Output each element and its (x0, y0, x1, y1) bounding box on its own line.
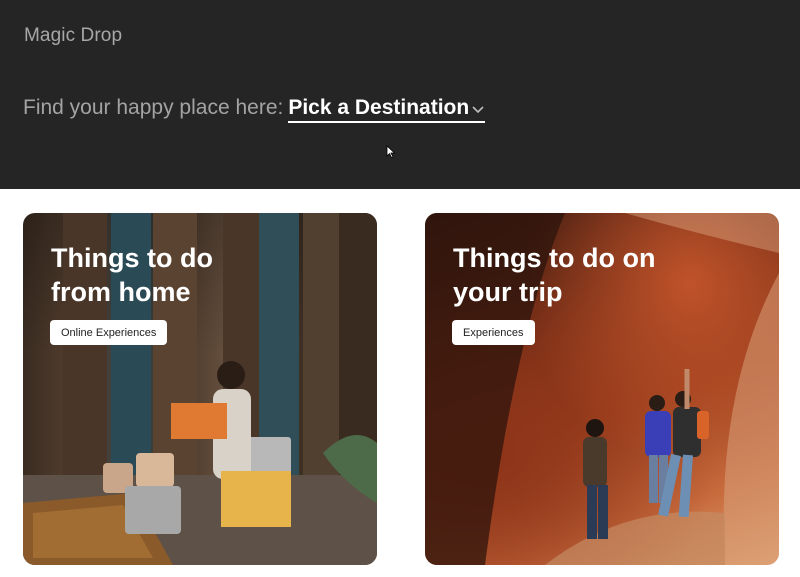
chevron-down-icon (471, 96, 485, 120)
card-home-title-line2: from home (51, 277, 191, 307)
card-trip-title-line1: Things to do on (453, 243, 656, 273)
experiences-button[interactable]: Experiences (452, 320, 535, 345)
pick-destination-dropdown[interactable]: Pick a Destination (288, 96, 486, 123)
card-trip-title: Things to do on your trip (453, 241, 655, 309)
card-experiences[interactable]: Things to do on your trip Experiences (425, 213, 779, 565)
mouse-cursor-icon (386, 145, 396, 159)
card-online-experiences[interactable]: Things to do from home Online Experience… (23, 213, 377, 565)
card-trip-title-line2: your trip (453, 277, 563, 307)
card-home-title-line1: Things to do (51, 243, 213, 273)
prompt-label: Find your happy place here: (23, 96, 284, 119)
destination-link-label: Pick a Destination (288, 96, 470, 119)
brand-logo[interactable]: Magic Drop (24, 25, 122, 47)
destination-prompt: Find your happy place here: Pick a Desti… (23, 96, 486, 123)
card-home-title: Things to do from home (51, 241, 213, 309)
site-header: Magic Drop Find your happy place here: P… (0, 0, 800, 189)
online-experiences-button[interactable]: Online Experiences (50, 320, 168, 345)
